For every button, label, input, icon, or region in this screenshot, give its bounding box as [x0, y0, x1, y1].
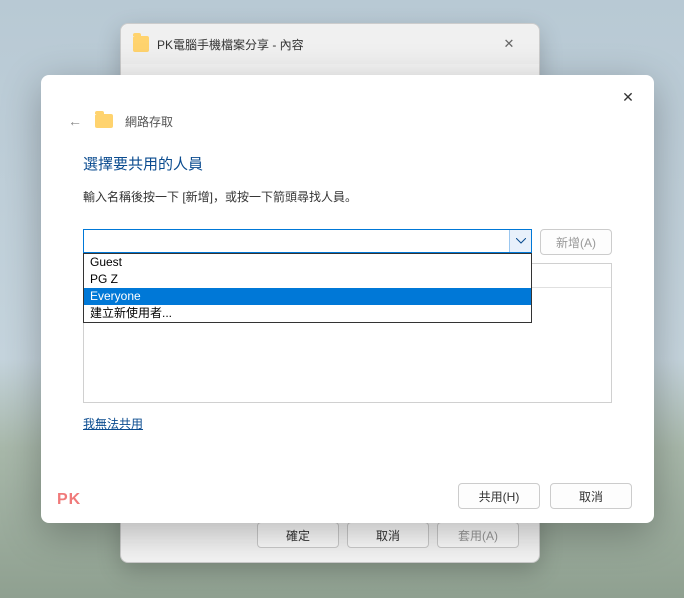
watermark: PK — [57, 491, 81, 509]
page-description: 輸入名稱後按一下 [新增]，或按一下箭頭尋找人員。 — [41, 174, 654, 205]
ok-button[interactable]: 確定 — [257, 522, 339, 548]
add-person-row: Guest PG Z Everyone 建立新使用者... 新增(A) — [41, 205, 654, 255]
close-icon[interactable]: ✕ — [616, 85, 640, 109]
apply-button[interactable]: 套用(A) — [437, 522, 519, 548]
help-link[interactable]: 我無法共用 — [83, 415, 143, 432]
properties-footer: 確定 取消 套用(A) — [121, 522, 539, 548]
cancel-button[interactable]: 取消 — [550, 483, 632, 509]
dropdown-item-new-user[interactable]: 建立新使用者... — [84, 305, 531, 322]
folder-icon — [95, 114, 113, 128]
network-access-window: ✕ ← 網路存取 選擇要共用的人員 輸入名稱後按一下 [新增]，或按一下箭頭尋找… — [41, 75, 654, 523]
dropdown-item-pgz[interactable]: PG Z — [84, 271, 531, 288]
folder-icon — [133, 36, 149, 52]
properties-titlebar: PK電腦手機檔案分享 - 內容 ✕ — [121, 24, 539, 64]
back-arrow-icon[interactable]: ← — [65, 111, 85, 131]
page-title: 選擇要共用的人員 — [41, 131, 654, 174]
dropdown-item-everyone[interactable]: Everyone — [84, 288, 531, 305]
add-button[interactable]: 新增(A) — [540, 229, 612, 255]
person-combo: Guest PG Z Everyone 建立新使用者... — [83, 229, 532, 255]
share-button[interactable]: 共用(H) — [458, 483, 540, 509]
properties-title: PK電腦手機檔案分享 - 內容 — [157, 36, 491, 53]
share-header: ← 網路存取 — [41, 75, 654, 131]
breadcrumb: 網路存取 — [125, 113, 173, 130]
share-footer: 共用(H) 取消 — [458, 483, 632, 509]
cancel-button[interactable]: 取消 — [347, 522, 429, 548]
dropdown-item-guest[interactable]: Guest — [84, 254, 531, 271]
chevron-down-icon[interactable] — [509, 230, 531, 252]
person-input[interactable] — [83, 229, 532, 253]
person-dropdown: Guest PG Z Everyone 建立新使用者... — [83, 253, 532, 323]
close-icon[interactable]: ✕ — [491, 30, 527, 58]
